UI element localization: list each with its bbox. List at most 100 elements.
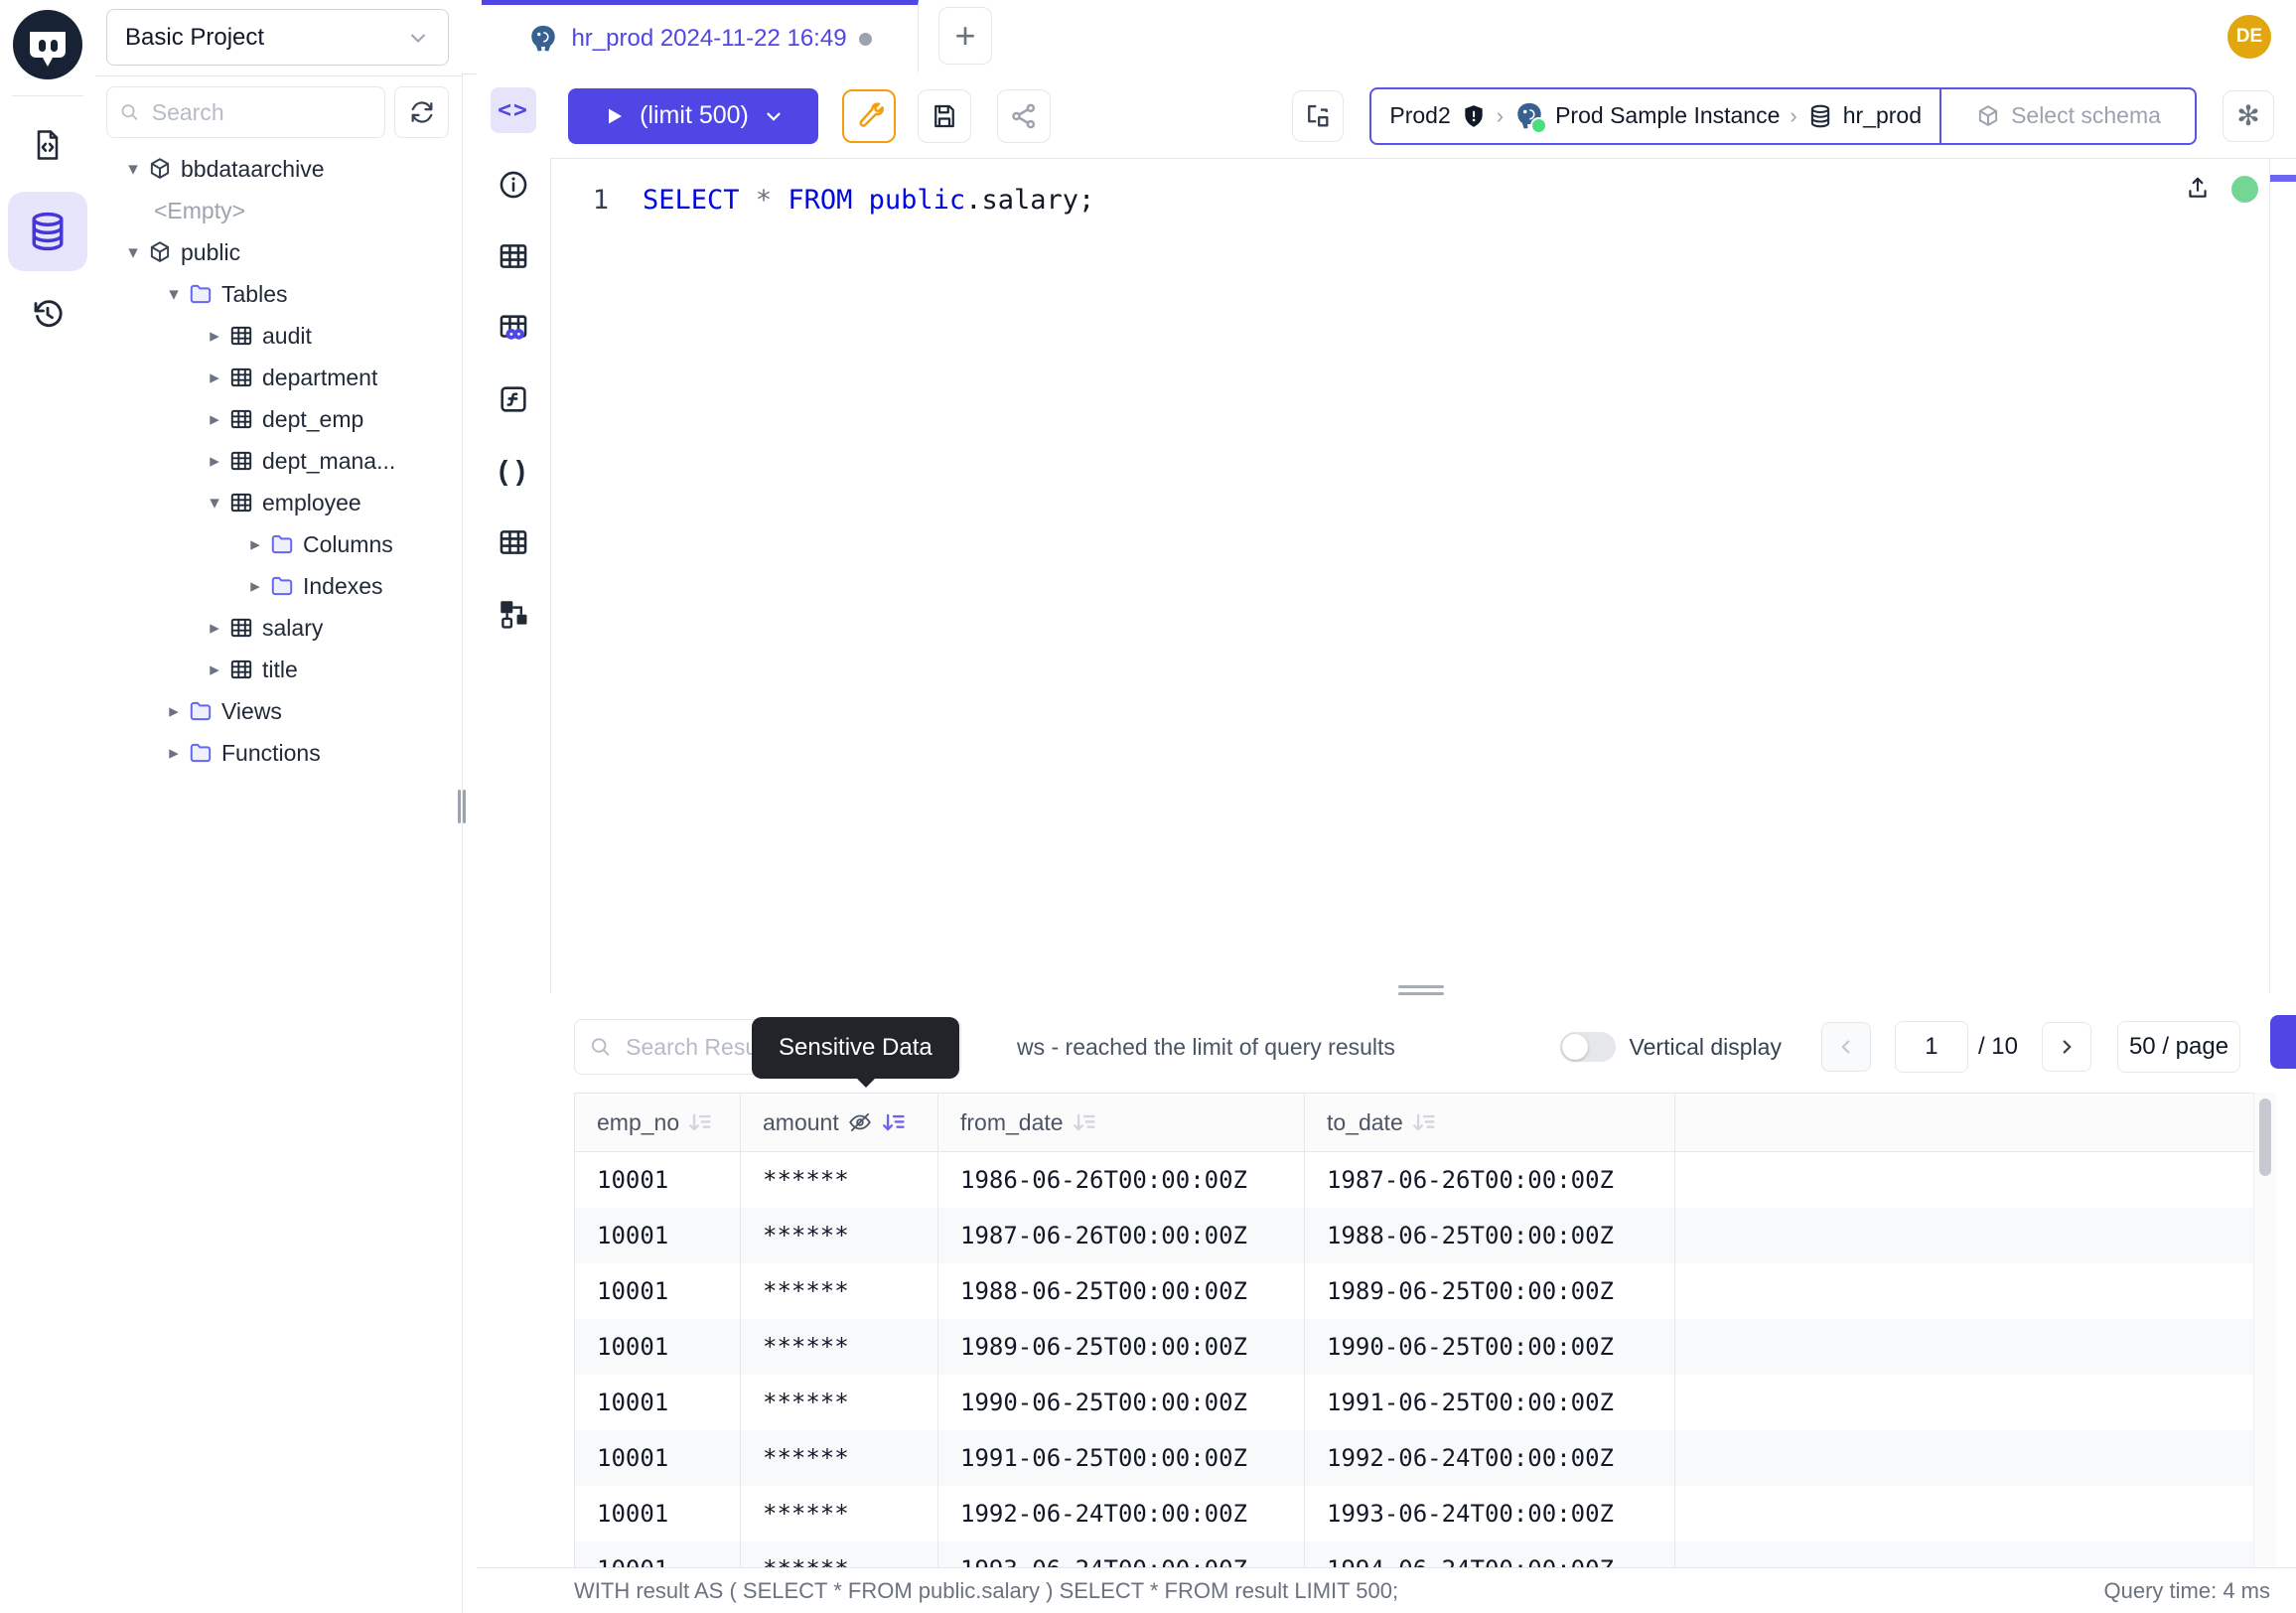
caret-down-icon[interactable]: ▾: [119, 241, 147, 264]
cell-amount[interactable]: ******: [741, 1152, 938, 1208]
info-icon[interactable]: [494, 165, 533, 205]
cell-from_date[interactable]: 1988-06-25T00:00:00Z: [938, 1263, 1305, 1319]
cell-to_date[interactable]: 1991-06-25T00:00:00Z: [1305, 1375, 1675, 1430]
tree-item[interactable]: ▸audit: [95, 315, 462, 357]
sidebar-resize-handle[interactable]: [456, 790, 468, 823]
table-icon[interactable]: [494, 522, 533, 562]
caret-right-icon[interactable]: ▸: [241, 575, 269, 598]
database-nav-item[interactable]: [8, 192, 87, 271]
tree-item[interactable]: ▸Functions: [95, 732, 462, 774]
scrollbar-thumb[interactable]: [2259, 1099, 2271, 1176]
tree-item[interactable]: ▸dept_mana...: [95, 440, 462, 482]
caret-down-icon[interactable]: ▾: [119, 158, 147, 181]
table-row[interactable]: 10001******1991-06-25T00:00:00Z1992-06-2…: [575, 1430, 2254, 1486]
cell-to_date[interactable]: 1990-06-25T00:00:00Z: [1305, 1319, 1675, 1375]
tree-item[interactable]: ▸Indexes: [95, 565, 462, 607]
cell-emp_no[interactable]: 10001: [575, 1486, 741, 1541]
tree-item[interactable]: ▸dept_emp: [95, 398, 462, 440]
sql-editor[interactable]: 1 SELECT * FROM public.salary;: [551, 159, 2296, 993]
table-row[interactable]: 10001******1992-06-24T00:00:00Z1993-06-2…: [575, 1486, 2254, 1541]
connection-context[interactable]: Prod2 › Prod Sample Instance › hr_prod: [1371, 100, 1939, 132]
refresh-button[interactable]: [394, 86, 449, 138]
caret-right-icon[interactable]: ▸: [201, 408, 228, 431]
sidebar-search[interactable]: [106, 86, 385, 138]
cell-to_date[interactable]: 1987-06-26T00:00:00Z: [1305, 1152, 1675, 1208]
table-row[interactable]: 10001******1986-06-26T00:00:00Z1987-06-2…: [575, 1152, 2254, 1208]
caret-right-icon[interactable]: ▸: [241, 533, 269, 556]
project-select[interactable]: Basic Project: [106, 9, 449, 66]
tree-item[interactable]: ▾employee: [95, 482, 462, 523]
code-panel-icon[interactable]: <>: [491, 87, 536, 133]
table-row[interactable]: 10001******1988-06-25T00:00:00Z1989-06-2…: [575, 1263, 2254, 1319]
caret-right-icon[interactable]: ▸: [201, 450, 228, 473]
cell-amount[interactable]: ******: [741, 1541, 938, 1567]
tree-item[interactable]: ▸department: [95, 357, 462, 398]
tree-item[interactable]: ▸title: [95, 649, 462, 690]
column-header-to_date[interactable]: to_date: [1305, 1094, 1675, 1151]
table-row[interactable]: 10001******1990-06-25T00:00:00Z1991-06-2…: [575, 1375, 2254, 1430]
batch-query-button[interactable]: [1292, 90, 1344, 142]
cell-from_date[interactable]: 1986-06-26T00:00:00Z: [938, 1152, 1305, 1208]
tree-item[interactable]: <Empty>: [95, 190, 462, 231]
new-tab-button[interactable]: +: [938, 7, 992, 65]
cell-amount[interactable]: ******: [741, 1375, 938, 1430]
cell-amount[interactable]: ******: [741, 1486, 938, 1541]
tree-item[interactable]: ▾public: [95, 231, 462, 273]
cell-to_date[interactable]: 1994-06-24T00:00:00Z: [1305, 1541, 1675, 1567]
cell-to_date[interactable]: 1993-06-24T00:00:00Z: [1305, 1486, 1675, 1541]
cell-emp_no[interactable]: 10001: [575, 1152, 741, 1208]
cell-emp_no[interactable]: 10001: [575, 1263, 741, 1319]
sort-icon[interactable]: [1411, 1109, 1437, 1135]
caret-right-icon[interactable]: ▸: [160, 700, 188, 723]
column-header-amount[interactable]: amount: [741, 1094, 938, 1151]
cell-to_date[interactable]: 1988-06-25T00:00:00Z: [1305, 1208, 1675, 1263]
table-row[interactable]: 10001******1987-06-26T00:00:00Z1988-06-2…: [575, 1208, 2254, 1263]
cell-amount[interactable]: ******: [741, 1208, 938, 1263]
cell-from_date[interactable]: 1989-06-25T00:00:00Z: [938, 1319, 1305, 1375]
caret-right-icon[interactable]: ▸: [201, 659, 228, 681]
cell-from_date[interactable]: 1992-06-24T00:00:00Z: [938, 1486, 1305, 1541]
save-button[interactable]: [918, 89, 971, 143]
cell-emp_no[interactable]: 10001: [575, 1541, 741, 1567]
cell-to_date[interactable]: 1992-06-24T00:00:00Z: [1305, 1430, 1675, 1486]
select-schema[interactable]: Select schema: [1941, 102, 2195, 129]
sort-icon[interactable]: [1072, 1109, 1097, 1135]
vertical-display-toggle[interactable]: [1560, 1032, 1616, 1062]
cell-to_date[interactable]: 1989-06-25T00:00:00Z: [1305, 1263, 1675, 1319]
caret-right-icon[interactable]: ▸: [201, 325, 228, 348]
caret-down-icon[interactable]: ▾: [201, 492, 228, 514]
cell-from_date[interactable]: 1993-06-24T00:00:00Z: [938, 1541, 1305, 1567]
cell-from_date[interactable]: 1991-06-25T00:00:00Z: [938, 1430, 1305, 1486]
ai-assistant-button[interactable]: ✻: [2223, 90, 2274, 142]
cell-from_date[interactable]: 1990-06-25T00:00:00Z: [938, 1375, 1305, 1430]
cell-emp_no[interactable]: 10001: [575, 1430, 741, 1486]
run-query-button[interactable]: (limit 500): [568, 88, 818, 144]
panel-resize-handle[interactable]: [1398, 985, 1444, 995]
next-page-button[interactable]: [2042, 1022, 2091, 1072]
tree-item[interactable]: ▸Views: [95, 690, 462, 732]
tree-item[interactable]: ▸salary: [95, 607, 462, 649]
cell-emp_no[interactable]: 10001: [575, 1319, 741, 1375]
history-icon[interactable]: [28, 294, 68, 334]
tab-hr-prod[interactable]: hr_prod 2024-11-22 16:49: [482, 0, 919, 73]
cell-emp_no[interactable]: 10001: [575, 1208, 741, 1263]
column-header-from_date[interactable]: from_date: [938, 1094, 1305, 1151]
table-icon[interactable]: [494, 236, 533, 276]
column-header-emp_no[interactable]: emp_no: [575, 1094, 741, 1151]
sort-desc-icon-active[interactable]: [881, 1109, 907, 1135]
results-scrollbar[interactable]: [2253, 1093, 2276, 1567]
caret-right-icon[interactable]: ▸: [201, 617, 228, 640]
tree-item[interactable]: ▸Columns: [95, 523, 462, 565]
tree-item[interactable]: ▾Tables: [95, 273, 462, 315]
cell-amount[interactable]: ******: [741, 1319, 938, 1375]
cell-amount[interactable]: ******: [741, 1430, 938, 1486]
page-number-input[interactable]: 1: [1895, 1021, 1968, 1073]
worksheet-icon[interactable]: [28, 125, 68, 165]
cell-amount[interactable]: ******: [741, 1263, 938, 1319]
sidebar-search-input[interactable]: [150, 98, 372, 127]
tree-item[interactable]: ▾bbdataarchive: [95, 148, 462, 190]
table-row[interactable]: 10001******1993-06-24T00:00:00Z1994-06-2…: [575, 1541, 2254, 1567]
share-button[interactable]: [997, 89, 1051, 143]
editor-scrollbar[interactable]: [2269, 159, 2270, 993]
cell-from_date[interactable]: 1987-06-26T00:00:00Z: [938, 1208, 1305, 1263]
